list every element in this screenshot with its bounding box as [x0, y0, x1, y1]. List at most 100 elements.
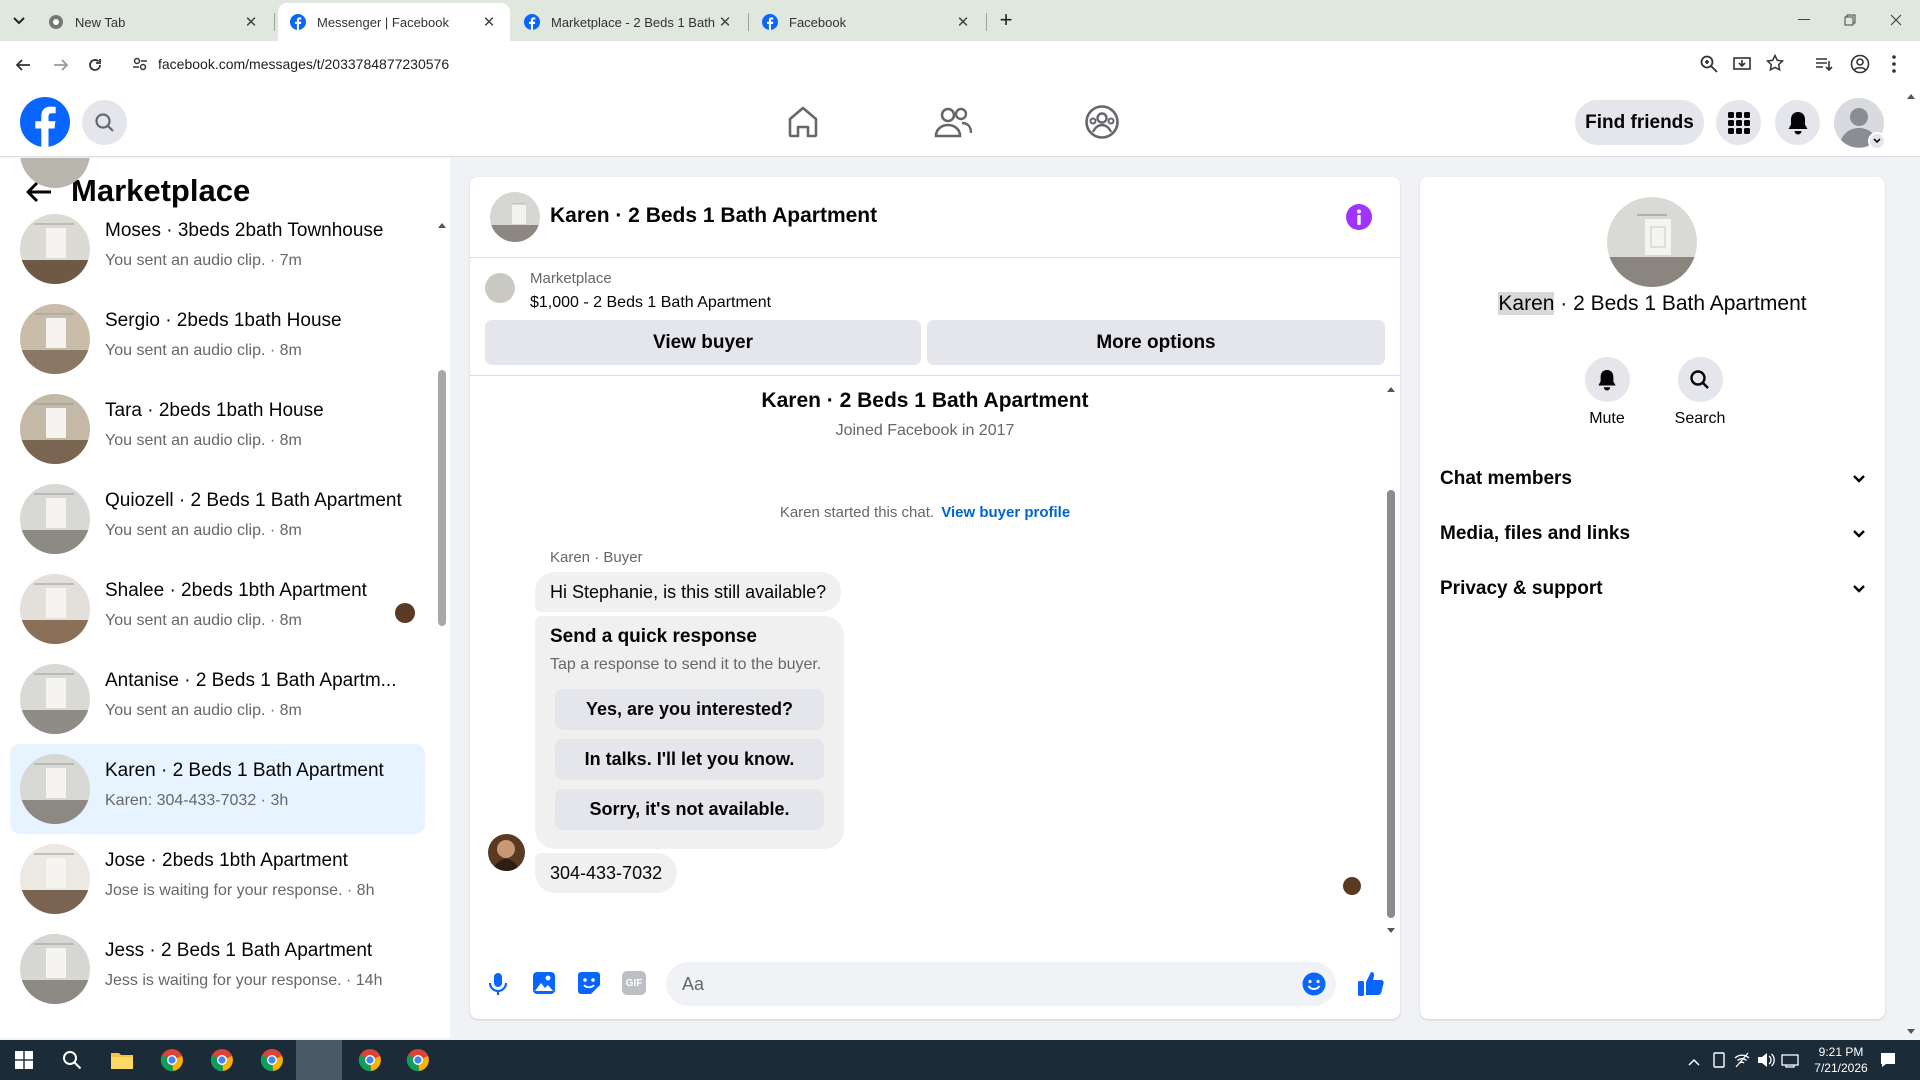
quick-response-card: Send a quick response Tap a response to …	[535, 616, 844, 849]
close-window-button[interactable]	[1882, 8, 1910, 32]
conversation-item[interactable]: Shalee · 2beds 1bth Apartment You sent an…	[10, 564, 425, 654]
tab-close-icon[interactable]: ✕	[242, 13, 260, 31]
conversation-item[interactable]: Antanise · 2 Beds 1 Bath Apartm... You se…	[10, 654, 425, 744]
like-thumb-icon[interactable]	[1357, 969, 1385, 997]
tray-chevron-up-icon[interactable]	[1688, 1053, 1700, 1071]
new-tab-button[interactable]: +	[994, 8, 1018, 32]
tab-title: New Tab	[75, 14, 126, 30]
view-buyer-button[interactable]: View buyer	[485, 320, 921, 365]
restore-button[interactable]	[1836, 8, 1864, 32]
account-avatar[interactable]	[1834, 98, 1886, 150]
address-bar[interactable]: facebook.com/messages/t/2033784877230576	[122, 46, 1782, 82]
start-button[interactable]	[0, 1040, 48, 1080]
tab-search-button[interactable]	[8, 10, 30, 32]
mute-action[interactable]: Mute	[1582, 357, 1632, 428]
volume-icon[interactable]	[1757, 1052, 1775, 1073]
forward-button[interactable]	[48, 52, 74, 78]
listing-thumbnail[interactable]	[485, 273, 515, 303]
chat-title[interactable]: Karen · 2 Beds 1 Bath Apartment	[550, 204, 877, 228]
search-action[interactable]: Search	[1670, 357, 1730, 428]
view-buyer-profile-link[interactable]: View buyer profile	[941, 504, 1070, 521]
section-chat-members[interactable]: Chat members	[1440, 459, 1865, 499]
chrome-taskbar-icon[interactable]	[346, 1040, 394, 1080]
tab-close-icon[interactable]: ✕	[954, 13, 972, 31]
find-friends-label: Find friends	[1585, 111, 1694, 133]
ethernet-icon[interactable]	[1781, 1052, 1799, 1073]
tab-facebook[interactable]: Facebook ✕	[750, 3, 984, 41]
conversation-name: Sergio · 2beds 1bath House	[105, 310, 342, 331]
tab-marketplace[interactable]: Marketplace - 2 Beds 1 Bath Ap ✕	[512, 3, 746, 41]
section-privacy-support[interactable]: Privacy & support	[1440, 569, 1865, 609]
back-button[interactable]	[10, 52, 36, 78]
notifications-button[interactable]	[1775, 100, 1820, 145]
conversation-item[interactable]: Jess · 2 Beds 1 Bath Apartment Jess is wa…	[10, 924, 425, 1014]
friends-icon[interactable]	[934, 105, 972, 139]
install-app-icon[interactable]	[1733, 55, 1751, 73]
search-in-chat-button[interactable]	[1677, 357, 1723, 402]
bookmark-star-icon[interactable]	[1766, 54, 1784, 72]
facebook-logo[interactable]	[20, 97, 70, 147]
site-settings-icon[interactable]	[132, 56, 148, 72]
conversation-item[interactable]: Moses · 3beds 2bath Townhouse You sent an…	[10, 204, 425, 294]
listing-title[interactable]: $1,000 - 2 Beds 1 Bath Apartment	[530, 294, 771, 312]
find-friends-button[interactable]: Find friends	[1575, 100, 1704, 145]
profile-icon[interactable]	[1850, 54, 1870, 74]
chrome-taskbar-icon[interactable]	[394, 1040, 442, 1080]
scrollbar[interactable]	[436, 220, 448, 1000]
tray-device-icon[interactable]	[1712, 1052, 1726, 1073]
more-menu-icon[interactable]	[1892, 55, 1896, 73]
sticker-icon[interactable]	[577, 971, 601, 995]
conversation-preview: You sent an audio clip. · 8m	[105, 342, 302, 359]
minimize-button[interactable]	[1790, 8, 1818, 32]
network-icon[interactable]	[1734, 1052, 1750, 1073]
quick-response-sorry[interactable]: Sorry, it's not available.	[555, 789, 824, 830]
search-button[interactable]	[82, 100, 127, 145]
tab-new-tab[interactable]: New Tab ✕	[36, 3, 272, 41]
gif-icon[interactable]: GIF	[622, 971, 646, 995]
notification-center-icon[interactable]	[1880, 1052, 1896, 1073]
scrollbar-thumb[interactable]	[438, 370, 446, 626]
message-bubble[interactable]: Hi Stephanie, is this still available?	[535, 572, 842, 612]
conversation-item[interactable]: Jose · 2beds 1bth Apartment Jose is waiti…	[10, 834, 425, 924]
zoom-icon[interactable]	[1700, 55, 1718, 73]
tab-messenger[interactable]: Messenger | Facebook ✕	[278, 3, 510, 41]
mute-button[interactable]	[1584, 357, 1630, 402]
chrome-taskbar-icon[interactable]	[148, 1040, 196, 1080]
chat-avatar[interactable]	[490, 192, 540, 242]
tab-close-icon[interactable]: ✕	[480, 13, 498, 31]
microphone-icon[interactable]	[488, 972, 508, 996]
message-input[interactable]: Aa	[666, 962, 1336, 1006]
thread-scrollbar[interactable]	[1385, 385, 1397, 935]
scrollbar-thumb[interactable]	[1387, 490, 1395, 918]
reading-list-icon[interactable]	[1815, 55, 1833, 73]
page-scroll-down-icon[interactable]	[1906, 1028, 1916, 1036]
tab-close-icon[interactable]: ✕	[716, 13, 734, 31]
conversation-item[interactable]: Sergio · 2beds 1bath House You sent an au…	[10, 294, 425, 384]
more-options-button[interactable]: More options	[927, 320, 1385, 365]
conversation-item[interactable]: Tara · 2beds 1bath House You sent an audi…	[10, 384, 425, 474]
reload-button[interactable]	[82, 52, 108, 78]
emoji-icon[interactable]	[1302, 972, 1326, 996]
conversation-item[interactable]: Karen · 2 Beds 1 Bath Apartment Karen: 30…	[10, 744, 425, 834]
chrome-taskbar-icon[interactable]	[198, 1040, 246, 1080]
menu-button[interactable]	[1716, 100, 1761, 145]
section-media-files-links[interactable]: Media, files and links	[1440, 514, 1865, 554]
image-icon[interactable]	[532, 971, 556, 995]
info-icon[interactable]	[1345, 203, 1373, 231]
quick-response-yes[interactable]: Yes, are you interested?	[555, 689, 824, 730]
clock[interactable]: 9:21 PM 7/21/2026	[1806, 1044, 1876, 1076]
sender-label: Karen · Buyer	[550, 549, 643, 566]
page-scroll-up-icon[interactable]	[1906, 92, 1916, 100]
chrome-taskbar-icon[interactable]	[248, 1040, 296, 1080]
quick-response-in-talks[interactable]: In talks. I'll let you know.	[555, 739, 824, 780]
details-avatar[interactable]	[1607, 197, 1697, 287]
conversation-item[interactable]: Quiozell · 2 Beds 1 Bath Apartment You se…	[10, 474, 425, 564]
file-explorer-icon[interactable]	[98, 1040, 146, 1080]
taskbar-active-app[interactable]	[296, 1040, 342, 1080]
groups-icon[interactable]	[1084, 104, 1120, 140]
search-label: Search	[1674, 410, 1726, 427]
taskbar-search-button[interactable]	[48, 1040, 96, 1080]
message-bubble[interactable]: 304-433-7032	[535, 853, 678, 893]
home-icon[interactable]	[786, 105, 820, 139]
sender-avatar[interactable]	[488, 834, 525, 871]
